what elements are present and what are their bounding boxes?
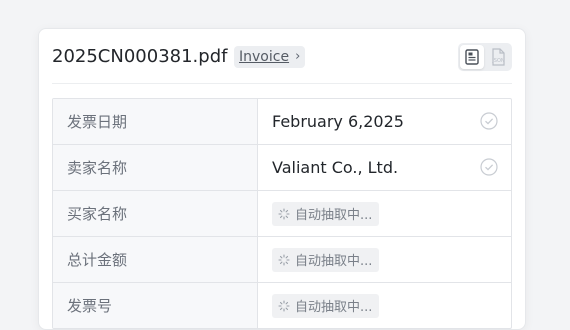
field-value: Valiant Co., Ltd. [272,158,399,177]
field-value-cell[interactable]: 自动抽取中... [258,237,511,282]
field-label: 发票号 [53,283,258,328]
header-divider [52,83,512,84]
extracting-text: 自动抽取中... [295,300,373,315]
chevron-right-icon: › [295,49,301,64]
check-circle-icon [480,112,498,130]
json-view-button[interactable]: JSON [486,45,510,69]
loading-spinner-icon [278,299,290,312]
field-value-cell[interactable]: February 6,2025 [258,99,511,144]
field-value: February 6,2025 [272,112,404,131]
extracting-badge: 自动抽取中... [272,201,380,226]
field-label: 总计金额 [53,237,258,282]
field-label: 卖家名称 [53,145,258,190]
check-circle-icon [480,158,498,176]
extracting-badge: 自动抽取中... [272,293,380,318]
table-row: 买家名称 自动抽取中... [53,190,511,236]
field-label: 买家名称 [53,191,258,236]
document-card: 2025CN000381.pdf Invoice › JSON 发票日期 Feb… [38,28,526,330]
field-value-cell[interactable]: 自动抽取中... [258,283,511,328]
field-value-cell[interactable]: 自动抽取中... [258,191,511,236]
doc-type-label: Invoice [239,49,290,65]
loading-spinner-icon [278,253,290,266]
extracting-text: 自动抽取中... [295,208,373,223]
json-label: JSON [491,58,505,64]
table-row: 发票号 自动抽取中... [53,282,511,328]
document-view-icon [465,49,479,65]
view-toggle: JSON [458,43,512,71]
document-header: 2025CN000381.pdf Invoice › JSON [52,43,512,75]
doc-type-tag[interactable]: Invoice › [234,46,306,68]
document-view-button[interactable] [460,45,484,69]
table-row: 卖家名称 Valiant Co., Ltd. [53,144,511,190]
loading-spinner-icon [278,207,290,220]
field-label: 发票日期 [53,99,258,144]
file-name: 2025CN000381.pdf [52,46,228,67]
table-row: 总计金额 自动抽取中... [53,236,511,282]
extracting-badge: 自动抽取中... [272,247,380,272]
json-view-icon: JSON [491,48,505,66]
field-value-cell[interactable]: Valiant Co., Ltd. [258,145,511,190]
extracting-text: 自动抽取中... [295,254,373,269]
fields-table: 发票日期 February 6,2025 卖家名称 Valiant Co., L… [52,98,512,329]
table-row: 发票日期 February 6,2025 [53,99,511,144]
